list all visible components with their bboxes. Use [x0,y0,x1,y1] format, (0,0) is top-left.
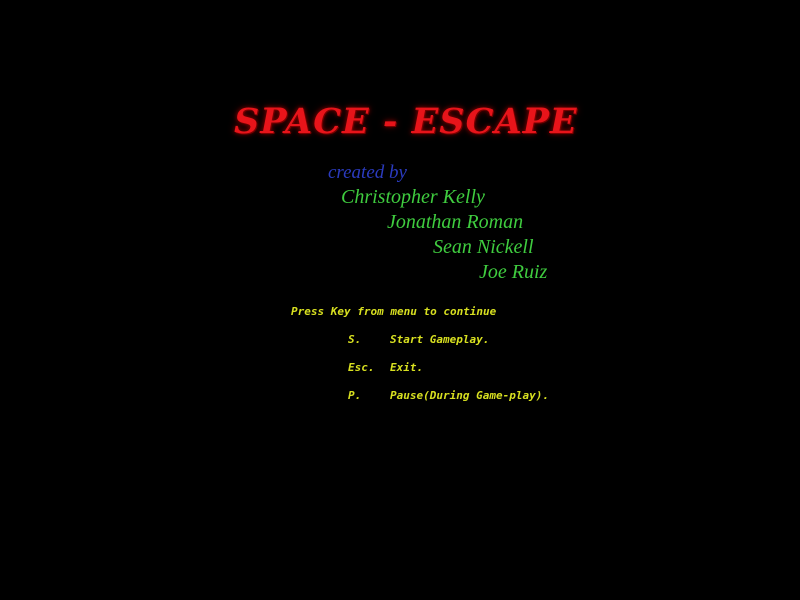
credits-label: created by [328,162,407,183]
menu-key-pause[interactable]: P. [348,389,361,402]
menu-option-pause[interactable]: Pause(During Game-play). [390,389,549,402]
menu-key-exit[interactable]: Esc. [348,361,375,374]
menu-prompt: Press Key from menu to continue [291,305,497,318]
credit-name: Jonathan Roman [387,211,524,233]
credit-name: Christopher Kelly [341,186,485,208]
menu-option-start-gameplay[interactable]: Start Gameplay. [390,333,489,346]
menu-option-exit[interactable]: Exit. [390,361,423,374]
credit-name: Joe Ruiz [479,261,548,283]
credit-name: Sean Nickell [433,236,534,258]
title-screen: SPACE - ESCAPE created by Christopher Ke… [0,0,800,600]
menu-key-start[interactable]: S. [348,333,361,346]
game-title: SPACE - ESCAPE [234,101,578,142]
